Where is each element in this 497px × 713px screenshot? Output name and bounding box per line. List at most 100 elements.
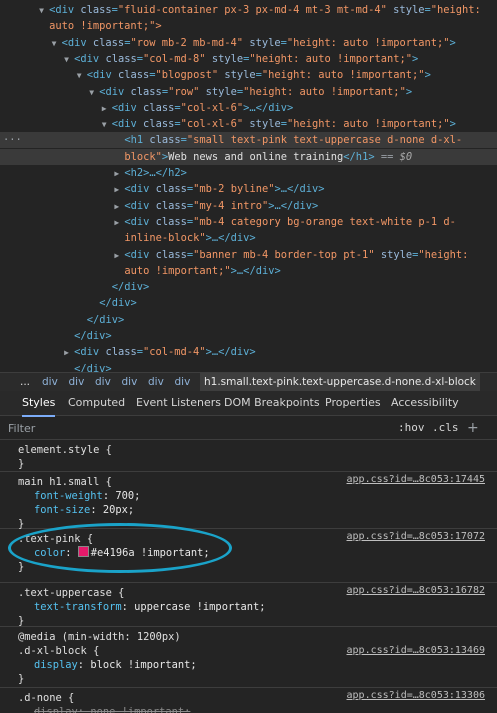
css-rule[interactable]: app.css?id=…8c053:17072 .text-pink {color… <box>0 529 497 583</box>
expand-triangle-icon[interactable]: ▶ <box>114 199 124 215</box>
breadcrumb-item[interactable]: div <box>122 373 138 391</box>
tab-event-listeners[interactable]: Event Listeners <box>136 391 221 415</box>
collapse-triangle-icon[interactable]: ▼ <box>77 68 87 84</box>
css-rule[interactable]: element.style {} <box>0 440 497 472</box>
dom-node-line[interactable]: ▼ <div class="row mb-2 mb-md-4" style="he… <box>0 35 497 51</box>
css-property[interactable]: display: none !important; <box>34 704 190 713</box>
dom-node-line[interactable]: block">Web news and online training</h1>… <box>0 148 497 165</box>
breadcrumb-item[interactable]: div <box>95 373 111 391</box>
breadcrumb-item[interactable]: div <box>69 373 85 391</box>
new-rule-icon[interactable]: + <box>467 417 479 439</box>
collapse-triangle-icon[interactable]: ▼ <box>102 117 112 133</box>
rule-close-brace: } <box>18 673 25 685</box>
css-rule[interactable]: app.css?id=…8c053:13469 @media (min-width… <box>0 627 497 688</box>
css-property[interactable]: display: block !important; <box>34 657 197 673</box>
rule-source-link[interactable]: app.css?id=…8c053:13469 <box>347 645 485 656</box>
dom-node-line[interactable]: ▶ <div class="mb-4 category bg-orange tex… <box>0 214 497 230</box>
attr-value: "mb-2 byline" <box>193 183 275 196</box>
property-value: block !important; <box>90 659 197 671</box>
hover-state-toggle[interactable]: :hov <box>398 417 425 439</box>
breadcrumb-item[interactable]: div <box>175 373 191 391</box>
property-value: #e4196a !important; <box>90 547 210 559</box>
rule-source-link[interactable]: app.css?id=…8c053:17445 <box>347 474 485 485</box>
attr-name: style <box>243 118 281 131</box>
collapse-triangle-icon[interactable]: ▼ <box>52 36 62 52</box>
filter-input[interactable] <box>8 420 368 436</box>
dom-node-line[interactable]: </div> <box>0 279 497 295</box>
expand-triangle-icon[interactable]: ▶ <box>102 101 112 117</box>
attr-value: "col-xl-6" <box>180 118 244 131</box>
dom-node-line[interactable]: auto !important;">…</div> <box>0 263 497 279</box>
collapse-triangle-icon[interactable]: ▼ <box>64 52 74 68</box>
attr-name: style <box>374 248 413 261</box>
dom-node-line[interactable]: ▶ <div class="col-md-4">…</div> <box>0 344 497 360</box>
attr-name: class <box>136 118 175 131</box>
expand-triangle-icon[interactable]: ▶ <box>64 345 74 361</box>
dom-node-line[interactable]: ▼ <div class="blogpost" style="height: au… <box>0 67 497 83</box>
breadcrumb-item[interactable]: div <box>148 373 164 391</box>
expand-triangle-icon[interactable]: ▶ <box>114 166 124 182</box>
rule-close-brace: } <box>18 458 25 470</box>
attr-name: class <box>99 52 137 65</box>
dom-node-line[interactable]: ▼ <div class="col-xl-6" style="height: au… <box>0 116 497 132</box>
property-name: color <box>34 547 66 559</box>
breadcrumb-item[interactable]: div <box>42 373 58 391</box>
expand-triangle-icon[interactable]: ▶ <box>114 215 124 231</box>
attr-value: "banner mb-4 border-top pt-1" <box>193 248 375 261</box>
tab-accessibility[interactable]: Accessibility <box>391 391 459 415</box>
dom-node-line[interactable]: ▶ <div class="mb-2 byline">…</div> <box>0 181 497 197</box>
dom-node-line[interactable]: </div> <box>0 361 497 372</box>
dom-node-line[interactable]: ··· <h1 class="small text-pink text-upper… <box>0 132 497 149</box>
dom-node-line[interactable]: ▼ <div class="fluid-container px-3 px-md-… <box>0 2 497 18</box>
dom-node-line[interactable]: ▶ <div class="col-xl-6">…</div> <box>0 100 497 116</box>
property-value: uppercase !important; <box>134 601 266 613</box>
css-property[interactable]: font-size: 20px; <box>34 502 134 518</box>
attr-value: "height: auto !important;" <box>261 69 425 82</box>
dom-node-line[interactable]: inline-block">…</div> <box>0 230 497 246</box>
color-swatch-icon[interactable] <box>77 546 89 557</box>
attr-value: "col-md-8" <box>143 52 206 65</box>
dom-node-line[interactable]: ▶ <div class="banner mb-4 border-top pt-1… <box>0 247 497 263</box>
attr-value: "height: <box>430 4 481 16</box>
rule-selector[interactable]: element.style { <box>18 442 112 458</box>
tab-styles[interactable]: Styles <box>22 391 56 417</box>
closing-tag: </div> <box>74 330 112 342</box>
css-rule[interactable]: app.css?id=…8c053:17445 main h1.small {fo… <box>0 472 497 530</box>
expand-triangle-icon[interactable]: ▶ <box>114 182 124 198</box>
tab-properties[interactable]: Properties <box>325 391 381 415</box>
attr-name: style <box>218 69 256 82</box>
breadcrumb-ellipsis[interactable]: ... <box>20 373 30 391</box>
tag-close: > <box>405 85 413 98</box>
css-rule[interactable]: app.css?id=…8c053:16782 .text-uppercase {… <box>0 583 497 627</box>
tab-dom-breakpoints[interactable]: DOM Breakpoints <box>224 391 320 415</box>
attr-name: class <box>149 199 187 212</box>
rule-source-link[interactable]: app.css?id=…8c053:16782 <box>347 585 485 596</box>
dom-node-line[interactable]: auto !important;"> <box>0 18 497 34</box>
tab-computed[interactable]: Computed <box>68 391 125 415</box>
attr-value: "my-4 intro" <box>193 199 269 212</box>
expand-triangle-icon[interactable]: ▶ <box>114 248 124 264</box>
collapse-triangle-icon[interactable]: ▼ <box>39 3 49 19</box>
tag-close: > <box>449 36 456 49</box>
attr-value: "fluid-container px-3 px-md-4 mt-3 mt-md… <box>117 4 387 16</box>
tag-open: <div <box>74 52 100 65</box>
breadcrumb-item-active[interactable]: h1.small.text-pink.text-uppercase.d-none… <box>200 373 480 391</box>
closing-tag: </div> <box>111 281 150 294</box>
dom-node-line[interactable]: ▼ <div class="col-md-8" style="height: au… <box>0 51 497 67</box>
dom-node-line[interactable]: </div> <box>0 312 497 328</box>
css-rule[interactable]: app.css?id=…8c053:13306 .d-none {display:… <box>0 688 497 713</box>
attr-name: class <box>86 36 125 49</box>
property-colon: : <box>65 547 78 559</box>
collapse-triangle-icon[interactable]: ▼ <box>89 85 99 101</box>
dom-node-line[interactable]: ▼ <div class="row" style="height: auto !i… <box>0 84 497 100</box>
rule-source-link[interactable]: app.css?id=…8c053:17072 <box>347 531 485 542</box>
dom-node-line[interactable]: </div> <box>0 328 497 344</box>
dom-node-line[interactable]: ▶ <h2>…</h2> <box>0 165 497 181</box>
rule-source-link[interactable]: app.css?id=…8c053:13306 <box>347 690 485 701</box>
css-property[interactable]: color: #e4196a !important; <box>34 545 210 561</box>
dom-node-line[interactable]: </div> <box>0 295 497 311</box>
class-toggle[interactable]: .cls <box>432 417 459 439</box>
dom-node-line[interactable]: ▶ <div class="my-4 intro">…</div> <box>0 198 497 214</box>
elements-panel[interactable]: ▼ <div class="fluid-container px-3 px-md-… <box>0 0 497 372</box>
css-property[interactable]: text-transform: uppercase !important; <box>34 599 265 615</box>
